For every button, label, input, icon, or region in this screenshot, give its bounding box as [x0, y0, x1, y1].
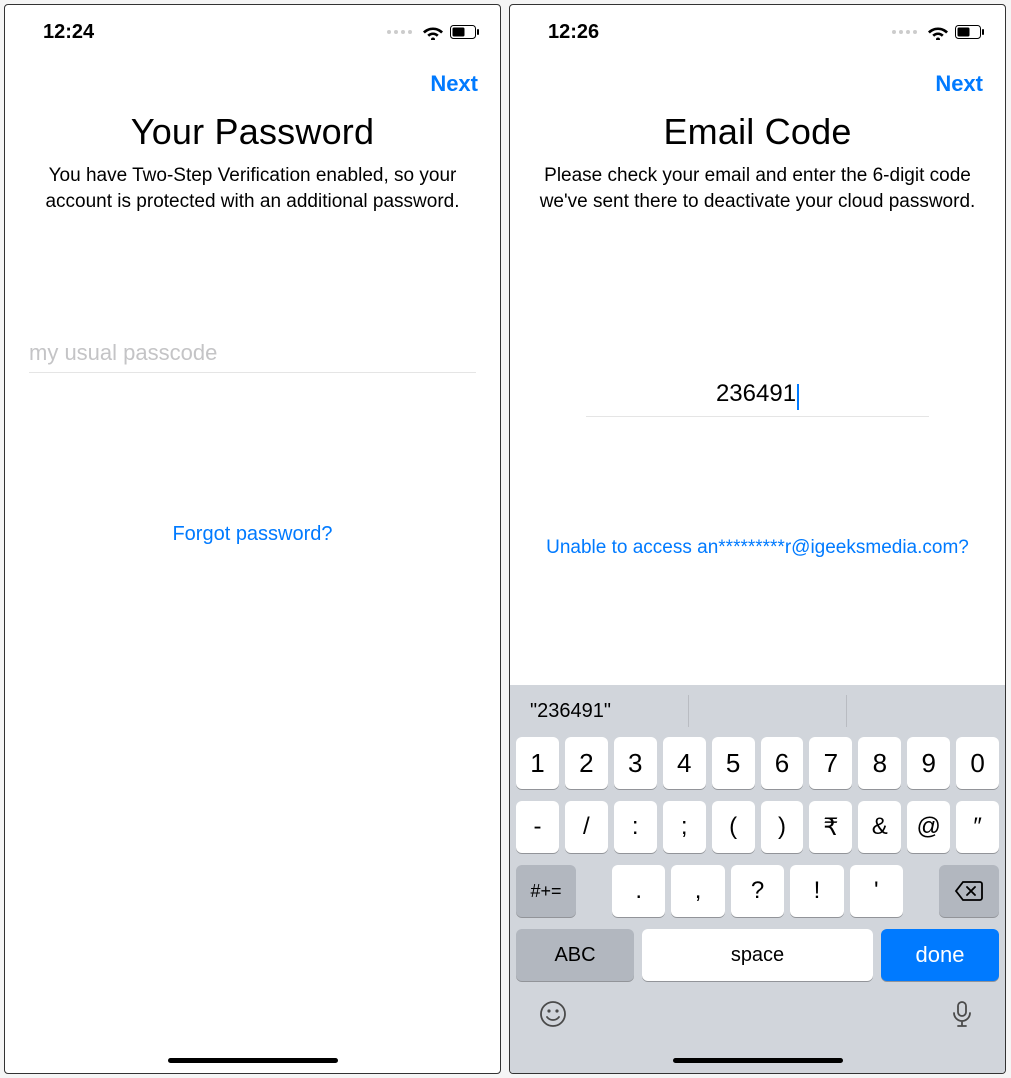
home-indicator[interactable] — [673, 1058, 843, 1063]
spacer — [582, 865, 606, 917]
status-icons — [387, 24, 480, 40]
key-dash[interactable]: - — [516, 801, 559, 853]
keyboard: "236491" 1 2 3 4 5 6 7 8 9 0 - / : ; ( )… — [510, 685, 1005, 1073]
emoji-icon[interactable] — [538, 999, 568, 1029]
status-bar: 12:24 — [5, 5, 500, 53]
keyboard-footer — [510, 995, 1005, 1029]
key-rparen[interactable]: ) — [761, 801, 804, 853]
spacer — [909, 865, 933, 917]
key-exclaim[interactable]: ! — [790, 865, 843, 917]
cellular-dots-icon — [892, 30, 917, 34]
phone-right: 12:26 Next Email Code Please check your … — [509, 4, 1006, 1074]
key-rupee[interactable]: ₹ — [809, 801, 852, 853]
key-backspace[interactable] — [939, 865, 999, 917]
password-input-wrap — [29, 334, 476, 373]
mic-icon[interactable] — [947, 999, 977, 1029]
key-0[interactable]: 0 — [956, 737, 999, 789]
key-period[interactable]: . — [612, 865, 665, 917]
wifi-icon — [422, 24, 444, 40]
phone-left: 12:24 Next Your Password You have Two-St… — [4, 4, 501, 1074]
page-title: Your Password — [5, 111, 500, 153]
cellular-dots-icon — [387, 30, 412, 34]
key-space[interactable]: space — [642, 929, 873, 981]
key-apostrophe[interactable]: ' — [850, 865, 903, 917]
key-abc[interactable]: ABC — [516, 929, 634, 981]
code-input-wrap[interactable]: 236491 — [586, 374, 929, 417]
key-7[interactable]: 7 — [809, 737, 852, 789]
key-2[interactable]: 2 — [565, 737, 608, 789]
key-done[interactable]: done — [881, 929, 999, 981]
password-input[interactable] — [29, 340, 476, 366]
key-doubleprime[interactable]: ″ — [956, 801, 999, 853]
status-time: 12:26 — [548, 21, 599, 44]
key-row-2: - / : ; ( ) ₹ & @ ″ — [510, 801, 1005, 853]
nav-bar: Next — [5, 53, 500, 105]
backspace-icon — [954, 880, 984, 902]
code-input[interactable]: 236491 — [716, 380, 796, 408]
key-5[interactable]: 5 — [712, 737, 755, 789]
key-semicolon[interactable]: ; — [663, 801, 706, 853]
key-row-3: #+= . , ? ! ' — [510, 865, 1005, 917]
suggestion-bar: "236491" — [510, 685, 1005, 737]
key-1[interactable]: 1 — [516, 737, 559, 789]
unable-access-link[interactable]: Unable to access an*********r@igeeksmedi… — [510, 537, 1005, 559]
battery-icon — [450, 25, 480, 39]
next-button[interactable]: Next — [430, 71, 478, 97]
text-caret — [797, 384, 799, 410]
key-row-1: 1 2 3 4 5 6 7 8 9 0 — [510, 737, 1005, 789]
wifi-icon — [927, 24, 949, 40]
key-slash[interactable]: / — [565, 801, 608, 853]
key-9[interactable]: 9 — [907, 737, 950, 789]
key-question[interactable]: ? — [731, 865, 784, 917]
key-lparen[interactable]: ( — [712, 801, 755, 853]
suggestion-2[interactable] — [689, 695, 848, 727]
key-comma[interactable]: , — [671, 865, 724, 917]
page-subtitle: You have Two-Step Verification enabled, … — [5, 153, 500, 214]
key-symbols[interactable]: #+= — [516, 865, 576, 917]
page-title: Email Code — [510, 111, 1005, 153]
key-8[interactable]: 8 — [858, 737, 901, 789]
status-icons — [892, 24, 985, 40]
suggestion-1[interactable]: "236491" — [510, 695, 689, 727]
status-bar: 12:26 — [510, 5, 1005, 53]
key-colon[interactable]: : — [614, 801, 657, 853]
suggestion-3[interactable] — [847, 695, 1005, 727]
key-at[interactable]: @ — [907, 801, 950, 853]
key-amp[interactable]: & — [858, 801, 901, 853]
next-button[interactable]: Next — [935, 71, 983, 97]
battery-icon — [955, 25, 985, 39]
key-4[interactable]: 4 — [663, 737, 706, 789]
key-row-4: ABC space done — [510, 929, 1005, 981]
page-subtitle: Please check your email and enter the 6-… — [510, 153, 1005, 214]
key-6[interactable]: 6 — [761, 737, 804, 789]
nav-bar: Next — [510, 53, 1005, 105]
status-time: 12:24 — [43, 21, 94, 44]
home-indicator[interactable] — [168, 1058, 338, 1063]
key-3[interactable]: 3 — [614, 737, 657, 789]
forgot-password-link[interactable]: Forgot password? — [5, 523, 500, 546]
